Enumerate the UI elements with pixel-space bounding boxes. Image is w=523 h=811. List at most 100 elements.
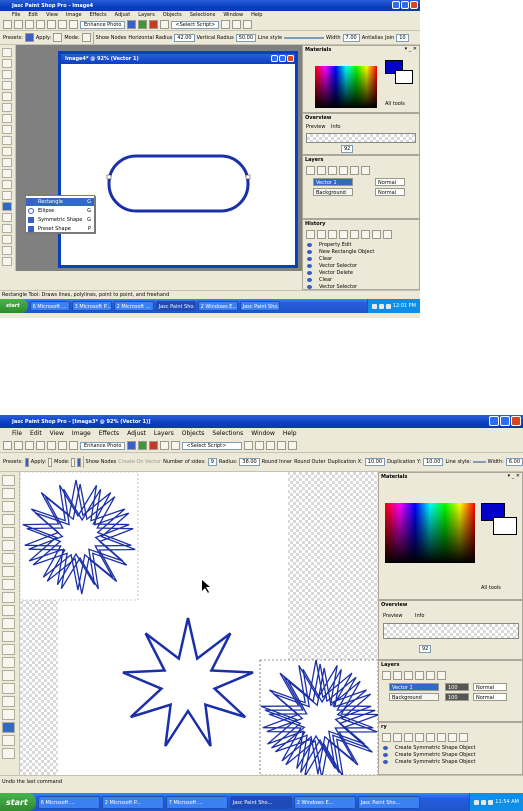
menu-adjust[interactable]: Adjust [127,430,146,437]
color-spectrum[interactable] [385,503,475,563]
menu-view[interactable]: View [46,12,58,18]
menu-image[interactable]: Image [72,430,91,437]
tool-button[interactable] [2,246,12,255]
taskbar-item[interactable]: Jasc Paint Sho... [229,795,292,809]
tool-button[interactable] [2,48,12,57]
tab-preview[interactable]: Preview [383,613,402,619]
history-tool-icon[interactable] [404,733,413,742]
menu-selections[interactable]: Selections [190,12,216,18]
menu-layers[interactable]: Layers [138,12,155,18]
layer-tool-icon[interactable] [350,166,359,175]
tool-button[interactable] [2,213,12,222]
tray-icon[interactable] [474,799,480,805]
mode-edit-icon[interactable] [71,457,76,467]
antialias-checkbox[interactable]: Antialias [362,35,383,41]
flyout-item[interactable]: Ellipse G [26,207,94,215]
mode-draw-icon[interactable] [77,457,82,467]
tray-icon[interactable] [385,303,391,309]
maximize-button[interactable] [401,1,409,9]
color-icon[interactable] [149,441,159,450]
create-on-vector-checkbox[interactable]: Create On Vector [118,459,161,465]
layer-opacity[interactable]: 100 [445,693,469,701]
tool-button[interactable] [2,180,12,189]
tool-button[interactable] [2,540,15,551]
history-item[interactable]: New Rectangle Object [305,249,374,256]
tool-button[interactable] [2,670,15,681]
history-tool-icon[interactable] [328,230,337,239]
history-tool-icon[interactable] [448,733,457,742]
tool-button[interactable] [2,158,12,167]
tool-button[interactable] [2,147,12,156]
eye-icon[interactable] [383,760,388,764]
tool-button[interactable] [2,81,12,90]
eye-icon[interactable] [307,250,312,254]
taskbar-item[interactable]: 2 Microsoft P... [101,795,164,809]
eye-icon[interactable] [383,746,388,750]
print-icon[interactable] [47,20,56,29]
layer-row[interactable]: Vector 1 [313,178,353,186]
tool-button[interactable] [2,125,12,134]
dup-x-input[interactable]: 10.00 [364,458,386,466]
history-tool-icon[interactable] [306,230,315,239]
history-tool-icon[interactable] [350,230,359,239]
history-item[interactable]: Clear [305,277,332,284]
layer-tool-icon[interactable] [361,166,370,175]
sides-input[interactable]: 9 [207,458,217,466]
menu-adjust[interactable]: Adjust [115,12,131,18]
tool-button[interactable] [2,191,12,200]
layer-tool-icon[interactable] [404,671,413,680]
tool-button[interactable] [2,722,15,733]
history-item[interactable]: Clear [305,256,332,263]
history-tool-icon[interactable] [361,230,370,239]
history-tool-icon[interactable] [426,733,435,742]
browse-icon[interactable] [25,441,34,450]
tool-button[interactable] [2,735,15,746]
redo-icon[interactable] [69,20,78,29]
history-item[interactable]: Vector Delete [305,270,353,277]
minimize-button[interactable] [392,1,400,9]
taskbar-item[interactable]: 2 Windows E... [197,301,238,311]
overview-preview[interactable] [306,133,416,143]
image-icon[interactable] [160,441,170,450]
nine-point-star-shape[interactable] [122,617,254,747]
layer-row[interactable]: Vector 1 [389,683,439,691]
layers-icon[interactable] [171,441,181,450]
eye-icon[interactable] [307,243,312,247]
round-inner-checkbox[interactable]: Round Inner [262,459,292,465]
layer-tool-icon[interactable] [382,671,391,680]
redo-icon[interactable] [69,441,78,450]
history-tool-icon[interactable] [415,733,424,742]
tool-button[interactable] [2,235,12,244]
image-minimize-button[interactable] [271,55,278,62]
edit-script-icon[interactable] [255,441,265,450]
tool-button[interactable] [2,169,12,178]
history-tool-icon[interactable] [459,733,468,742]
tool-button[interactable] [2,59,12,68]
minimize-button[interactable] [489,416,499,426]
layer-tool-icon[interactable] [426,671,435,680]
taskbar-item[interactable]: 6 Microsoft ... [37,795,100,809]
select-script-dropdown[interactable]: <Select Script> [171,20,220,29]
tray-icon[interactable] [371,303,377,309]
close-button[interactable] [511,416,521,426]
menu-effects[interactable]: Effects [99,430,119,437]
tool-button[interactable] [2,605,15,616]
radius-input[interactable]: 38.00 [239,458,260,466]
tool-button[interactable] [2,631,15,642]
blend-mode-dropdown[interactable]: Normal [375,178,405,186]
pause-icon[interactable] [277,441,287,450]
tab-preview[interactable]: Preview [306,124,325,130]
layer-row[interactable]: Background [313,188,353,196]
enhance-photo-button[interactable]: Enhance Photo [80,20,126,29]
tool-button[interactable] [2,553,15,564]
tool-button[interactable] [2,709,15,720]
image-maximize-button[interactable] [279,55,286,62]
adjust-icon[interactable] [127,20,137,29]
dup-y-input[interactable]: 10.00 [423,458,444,466]
tool-button[interactable] [2,136,12,145]
taskbar-item[interactable]: 3 Microsoft P... [71,301,112,311]
tool-button[interactable] [2,488,15,499]
open-icon[interactable] [14,441,23,450]
tool-button[interactable] [2,501,15,512]
width-input[interactable]: 7.00 [342,33,360,42]
